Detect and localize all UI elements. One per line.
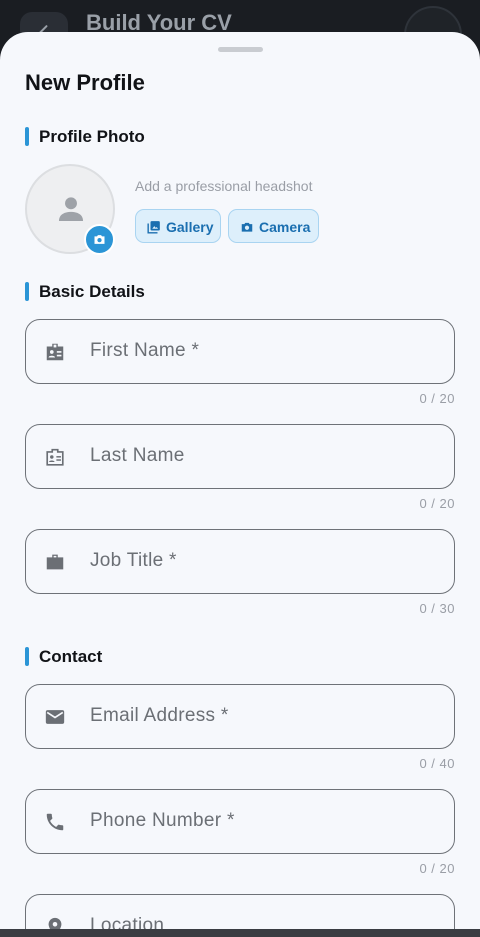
- gallery-icon: [147, 221, 160, 234]
- camera-icon: [241, 222, 253, 232]
- phone-counter: 0 / 20: [419, 861, 455, 876]
- sheet-title: New Profile: [25, 70, 145, 95]
- job-title-field[interactable]: [25, 529, 455, 594]
- email-icon: [45, 710, 65, 724]
- location-pin-icon: [48, 917, 62, 930]
- badge-icon: [46, 343, 64, 361]
- phone-field[interactable]: [25, 789, 455, 854]
- section-label: Profile Photo: [39, 127, 145, 146]
- last-name-input[interactable]: [90, 435, 440, 477]
- email-input[interactable]: [90, 695, 440, 737]
- system-navigation-bar: [0, 929, 480, 937]
- photo-hint-text: Add a professional headshot: [135, 178, 313, 194]
- person-icon: [58, 197, 84, 222]
- section-label: Basic Details: [39, 282, 145, 301]
- section-accent-bar: [25, 282, 29, 301]
- first-name-field[interactable]: [25, 319, 455, 384]
- job-title-counter: 0 / 30: [419, 601, 455, 616]
- last-name-field[interactable]: [25, 424, 455, 489]
- first-name-counter: 0 / 20: [419, 391, 455, 406]
- camera-button-label: Camera: [259, 219, 311, 235]
- first-name-input[interactable]: [90, 330, 440, 372]
- new-profile-sheet: New Profile Profile Photo Add a professi…: [0, 32, 480, 930]
- sheet-drag-handle[interactable]: [218, 47, 263, 52]
- camera-icon: [94, 235, 105, 244]
- email-counter: 0 / 40: [419, 756, 455, 771]
- email-field[interactable]: [25, 684, 455, 749]
- job-title-input[interactable]: [90, 540, 440, 582]
- photo-camera-badge[interactable]: [84, 224, 115, 255]
- phone-icon: [46, 813, 64, 831]
- camera-button[interactable]: Camera: [228, 209, 319, 243]
- section-accent-bar: [25, 127, 29, 146]
- location-field[interactable]: [25, 894, 455, 930]
- last-name-counter: 0 / 20: [419, 496, 455, 511]
- gallery-button-label: Gallery: [166, 219, 214, 235]
- phone-input[interactable]: [90, 800, 440, 842]
- section-accent-bar: [25, 647, 29, 666]
- location-input[interactable]: [90, 905, 440, 930]
- gallery-button[interactable]: Gallery: [135, 209, 221, 243]
- briefcase-icon: [46, 554, 64, 570]
- section-label: Contact: [39, 647, 103, 666]
- badge-outline-icon: [46, 448, 64, 466]
